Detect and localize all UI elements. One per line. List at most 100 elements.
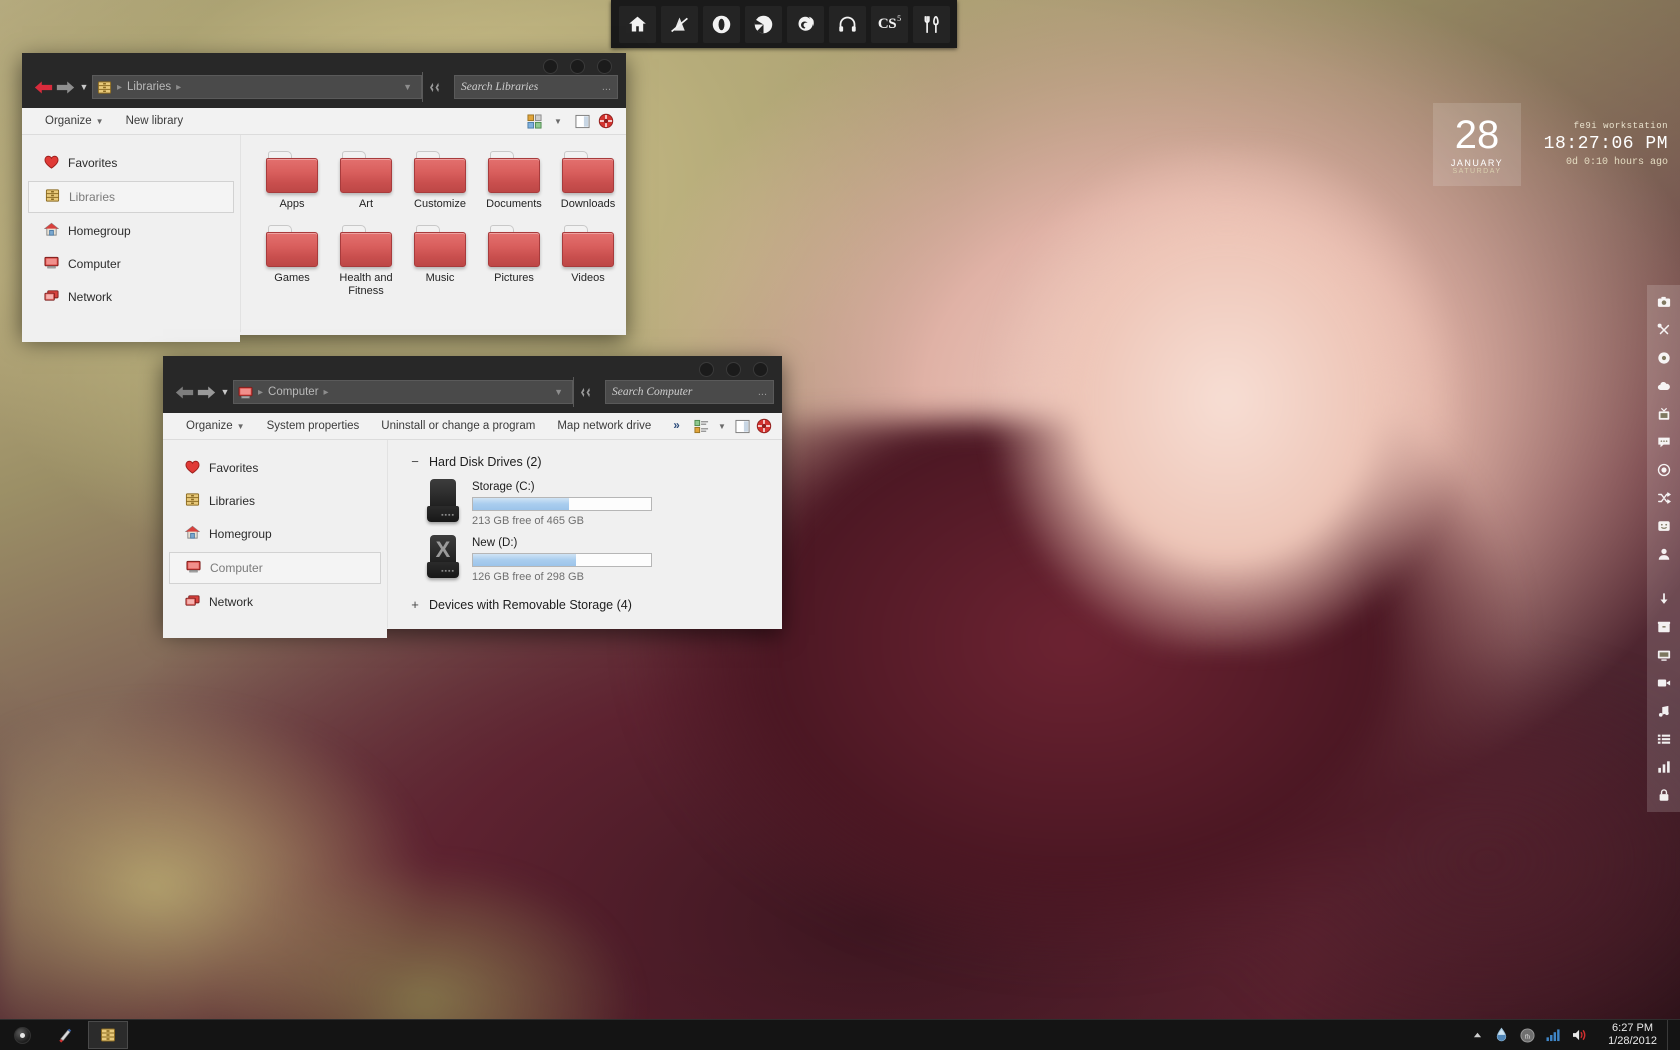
sidebar-item-favorites[interactable]: Favorites — [169, 453, 381, 483]
taskbar-clock[interactable]: 6:27 PM 1/28/2012 — [1598, 1022, 1667, 1048]
forward-button[interactable] — [54, 76, 76, 98]
chat-icon[interactable] — [1655, 433, 1673, 451]
download-icon[interactable] — [1655, 590, 1673, 608]
folder-item[interactable]: Music — [403, 225, 477, 298]
organize-button[interactable]: Organize ▼ — [175, 416, 256, 436]
home-icon[interactable] — [618, 5, 656, 43]
cloud-icon[interactable] — [1655, 377, 1673, 395]
folder-item[interactable]: Pictures — [477, 225, 551, 298]
folder-item[interactable]: Art — [329, 151, 403, 211]
breadcrumb-computer[interactable]: Computer — [268, 386, 319, 398]
start-button[interactable] — [0, 1020, 44, 1050]
folder-item[interactable]: Apps — [255, 151, 329, 211]
overflow-chevrons-button[interactable]: » — [662, 416, 690, 436]
sidebar-item-homegroup[interactable]: Homegroup — [28, 216, 234, 246]
minimize-button[interactable] — [699, 362, 714, 377]
folder-item[interactable]: Health and Fitness — [329, 225, 403, 298]
back-button[interactable] — [173, 381, 195, 403]
opera-icon[interactable] — [702, 5, 740, 43]
list-icon[interactable] — [1655, 730, 1673, 748]
refresh-button[interactable] — [422, 72, 448, 102]
monitor-small-icon[interactable] — [1655, 646, 1673, 664]
water-drop-icon[interactable] — [1494, 1027, 1509, 1043]
view-dropdown-caret[interactable]: ▼ — [712, 416, 733, 436]
folder-item[interactable]: Videos — [551, 225, 625, 298]
tools-icon[interactable] — [912, 5, 950, 43]
organize-button[interactable]: Organize ▼ — [34, 111, 115, 131]
refresh-button[interactable] — [573, 377, 599, 407]
volume-icon[interactable] — [1572, 1028, 1588, 1042]
breadcrumb-separator-end[interactable]: ▸ — [323, 387, 330, 398]
sidebar-item-computer[interactable]: Computer — [28, 249, 234, 279]
address-bar-computer[interactable]: ▸ Computer ▸ ▼ — [233, 380, 573, 404]
folder-item[interactable]: Downloads — [551, 151, 625, 211]
folder-item[interactable]: Games — [255, 225, 329, 298]
group-header-hard-disk-drives[interactable]: − Hard Disk Drives (2) — [388, 440, 782, 475]
system-properties-button[interactable]: System properties — [256, 416, 371, 436]
shuffle-icon[interactable] — [1655, 489, 1673, 507]
sidebar-item-network[interactable]: Network — [28, 282, 234, 312]
help-icon[interactable] — [753, 416, 774, 436]
preview-pane-icon[interactable] — [732, 416, 753, 436]
photoshop-cs5-icon[interactable]: CS 5 — [870, 5, 908, 43]
tools-cross-icon[interactable] — [1655, 321, 1673, 339]
camera-icon[interactable] — [1655, 293, 1673, 311]
change-view-icon[interactable] — [522, 111, 546, 131]
address-dropdown-caret[interactable]: ▼ — [398, 82, 417, 92]
maximize-button[interactable] — [726, 362, 741, 377]
show-hidden-icons-caret[interactable] — [1472, 1031, 1483, 1040]
sidebar-item-computer[interactable]: Computer — [169, 552, 381, 584]
expand-toggle[interactable]: + — [410, 597, 420, 612]
address-bar-libraries[interactable]: ▸ Libraries ▸ ▼ — [92, 75, 422, 99]
breadcrumb-libraries[interactable]: Libraries — [127, 81, 171, 93]
music-note-icon[interactable] — [1655, 702, 1673, 720]
target-icon[interactable] — [1655, 349, 1673, 367]
network-bars-icon[interactable] — [1546, 1028, 1561, 1042]
close-button[interactable] — [753, 362, 768, 377]
recent-pages-button[interactable]: ▼ — [76, 82, 92, 92]
sidebar-item-network[interactable]: Network — [169, 587, 381, 617]
record-icon[interactable] — [1655, 461, 1673, 479]
drive-item-new-d[interactable]: X ▪▪▪▪ New (D:) 126 GB free of 298 GB — [388, 531, 782, 587]
antivirus-icon[interactable]: fh — [1520, 1027, 1535, 1043]
forward-button[interactable] — [195, 381, 217, 403]
map-network-drive-button[interactable]: Map network drive — [546, 416, 662, 436]
paint-icon[interactable] — [44, 1020, 84, 1050]
show-desktop-button[interactable] — [1667, 1020, 1680, 1050]
tv-icon[interactable] — [1655, 405, 1673, 423]
sidebar-item-libraries[interactable]: Libraries — [169, 486, 381, 516]
explorer-task[interactable] — [88, 1021, 128, 1049]
sidebar-item-libraries[interactable]: Libraries — [28, 181, 234, 213]
app-store-icon[interactable] — [660, 5, 698, 43]
headphones-icon[interactable] — [828, 5, 866, 43]
back-button[interactable] — [32, 76, 54, 98]
archive-icon[interactable] — [1655, 618, 1673, 636]
view-dropdown-caret[interactable]: ▼ — [546, 111, 570, 131]
user-icon[interactable] — [1655, 545, 1673, 563]
folder-item[interactable]: Documents — [477, 151, 551, 211]
preview-pane-icon[interactable] — [570, 111, 594, 131]
lock-icon[interactable] — [1655, 786, 1673, 804]
search-input-libraries[interactable]: Search Libraries ... — [454, 75, 618, 99]
collapse-toggle[interactable]: − — [410, 454, 420, 469]
firefox-icon[interactable] — [786, 5, 824, 43]
help-icon[interactable] — [594, 111, 618, 131]
video-icon[interactable] — [1655, 674, 1673, 692]
drive-item-storage-c[interactable]: ▪▪▪▪ Storage (C:) 213 GB free of 465 GB — [388, 475, 782, 531]
uninstall-change-program-button[interactable]: Uninstall or change a program — [370, 416, 546, 436]
sidebar-item-homegroup[interactable]: Homegroup — [169, 519, 381, 549]
new-library-button[interactable]: New library — [115, 111, 195, 131]
chart-icon[interactable] — [1655, 758, 1673, 776]
recent-pages-button[interactable]: ▼ — [217, 387, 233, 397]
explorer-window-computer[interactable]: ▼ ▸ Computer ▸ ▼ Search Computer ... Org… — [163, 356, 782, 638]
face-icon[interactable] — [1655, 517, 1673, 535]
search-input-computer[interactable]: Search Computer ... — [605, 380, 774, 404]
breadcrumb-separator-end[interactable]: ▸ — [175, 82, 182, 93]
explorer-window-libraries[interactable]: ▼ ▸ Libraries ▸ ▼ Search Libraries ... O… — [22, 53, 626, 342]
folder-item[interactable]: Customize — [403, 151, 477, 211]
group-header-removable-storage[interactable]: + Devices with Removable Storage (4) — [388, 587, 782, 618]
picasa-icon[interactable] — [744, 5, 782, 43]
address-dropdown-caret[interactable]: ▼ — [549, 387, 568, 397]
sidebar-item-favorites[interactable]: Favorites — [28, 148, 234, 178]
change-view-icon[interactable] — [691, 416, 712, 436]
